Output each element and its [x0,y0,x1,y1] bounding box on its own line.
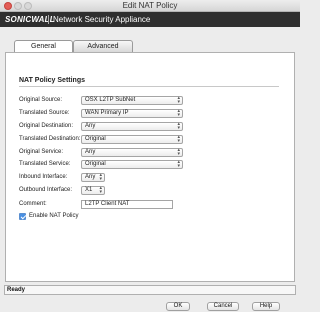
title-bar: Edit NAT Policy [0,0,300,12]
select-arrows-icon: ▴ ▾ [99,185,102,195]
outbound-interface-select[interactable]: X1 ▴ ▾ [81,186,105,195]
original-destination-label: Original Destination: [19,123,74,129]
original-service-value: Any [85,149,96,155]
edit-nat-policy-window: Edit NAT Policy SONICWALL Network Securi… [0,0,300,312]
translated-service-value: Original [85,161,106,167]
translated-source-value: WAN Primary IP [85,110,129,116]
original-source-label: Original Source: [19,97,63,103]
enable-nat-checkbox[interactable] [19,213,26,220]
status-bar: Ready [4,285,296,295]
general-panel: NAT Policy Settings Original Source: OSX… [5,52,295,282]
translated-destination-select[interactable]: Original ▴ ▾ [81,135,183,144]
original-destination-select[interactable]: Any ▴ ▾ [81,122,183,131]
inbound-interface-select[interactable]: Any ▴ ▾ [81,173,105,182]
translated-source-select[interactable]: WAN Primary IP ▴ ▾ [81,109,183,118]
section-divider [19,86,279,87]
tab-advanced[interactable]: Advanced [73,40,133,52]
window-title: Edit NAT Policy [122,1,178,10]
comment-field[interactable]: L2TP Client NAT [81,200,173,209]
translated-service-select[interactable]: Original ▴ ▾ [81,160,183,169]
help-button[interactable]: Help [252,302,280,311]
ok-button[interactable]: OK [166,302,190,311]
status-text: Ready [7,287,26,293]
tab-general[interactable]: General [14,40,73,52]
outbound-interface-label: Outbound Interface: [19,187,73,193]
select-arrows-icon: ▴ ▾ [177,159,180,169]
header-divider [48,15,49,24]
translated-destination-value: Original [85,136,106,142]
header-title: Network Security Appliance [53,15,151,24]
inbound-interface-value: Any [85,174,96,180]
enable-nat-label: Enable NAT Policy [29,213,79,219]
translated-destination-label: Translated Destination: [19,136,81,142]
translated-service-label: Translated Service: [19,161,71,167]
select-arrows-icon: ▴ ▾ [177,121,180,131]
section-title: NAT Policy Settings [19,77,85,84]
select-arrows-icon: ▴ ▾ [177,147,180,157]
cancel-button[interactable]: Cancel [207,302,239,311]
outbound-interface-value: X1 [85,187,93,193]
app-header: SONICWALL Network Security Appliance [0,12,300,27]
comment-label: Comment: [19,201,47,207]
original-source-select[interactable]: OSX L2TP SubNet ▴ ▾ [81,96,183,105]
select-arrows-icon: ▴ ▾ [177,95,180,105]
select-arrows-icon: ▴ ▾ [177,108,180,118]
original-service-label: Original Service: [19,149,64,155]
original-destination-value: Any [85,123,96,129]
select-arrows-icon: ▴ ▾ [177,134,180,144]
translated-source-label: Translated Source: [19,110,70,116]
inbound-interface-label: Inbound Interface: [19,174,68,180]
select-arrows-icon: ▴ ▾ [99,172,102,182]
original-source-value: OSX L2TP SubNet [85,97,136,103]
original-service-select[interactable]: Any ▴ ▾ [81,148,183,157]
